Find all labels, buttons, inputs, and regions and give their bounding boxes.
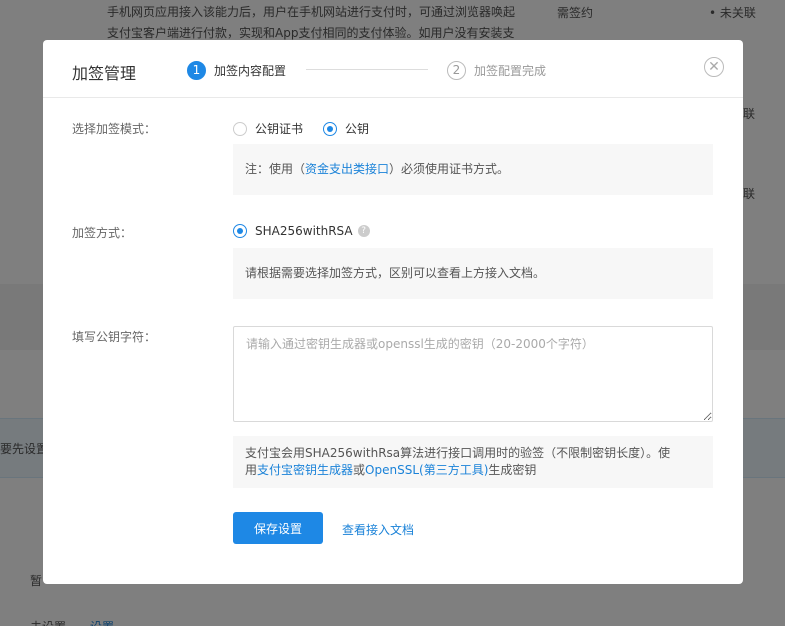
public-key-hint: 支付宝会用SHA256withRsa算法进行接口调用时的验签（不限制密钥长度）。… [233,436,713,488]
note-prefix: 注：使用（ [245,162,306,176]
step-connector [306,69,428,70]
note-suffix: ）必须使用证书方式。 [389,162,510,176]
step-number-inactive: 2 [447,60,466,80]
radio-label: SHA256withRSA [255,224,353,238]
radio-circle-checked[interactable] [233,224,247,238]
view-docs-link[interactable]: 查看接入文档 [342,521,414,538]
step-content-config: 1 加签内容配置 [187,60,286,80]
signing-mode-note: 注：使用（资金支出类接口）必须使用证书方式。 [233,144,713,195]
signing-method-label: 加签方式： [72,226,133,240]
public-key-label: 填写公钥字符： [72,330,157,344]
signing-mode-label: 选择加签模式： [72,122,157,136]
modal-header: 加签管理 1 加签内容配置 2 加签配置完成 ✕ [43,40,743,98]
radio-sha256withrsa[interactable]: SHA256withRSA ? [233,224,370,238]
hint-mid: 或 [353,463,366,477]
radio-circle[interactable] [233,121,247,136]
step-label: 加签内容配置 [214,63,287,78]
signing-method-note: 请根据需要选择加签方式，区别可以查看上方接入文档。 [233,248,713,299]
radio-label: 公钥证书 [255,122,304,136]
radio-public-key-cert[interactable]: 公钥证书 [233,120,303,137]
fund-outflow-api-link[interactable]: 资金支出类接口 [305,162,389,176]
help-icon[interactable]: ? [357,225,370,237]
radio-circle-checked[interactable] [323,121,337,136]
radio-label: 公钥 [345,122,370,136]
alipay-key-generator-link[interactable]: 支付宝密钥生成器 [257,463,353,477]
save-settings-button[interactable]: 保存设置 [233,512,323,544]
openssl-link[interactable]: OpenSSL(第三方工具) [365,463,488,477]
hint-line: 支付宝会用SHA256withRsa算法进行接口调用时的验签（不限制密钥长度）。… [245,446,671,460]
hint-line: 用支付宝密钥生成器或OpenSSL(第三方工具)生成密钥 [245,462,701,479]
close-icon[interactable]: ✕ [704,57,724,77]
step-config-done: 2 加签配置完成 [447,60,546,80]
radio-public-key[interactable]: 公钥 [323,120,369,137]
public-key-input[interactable] [233,326,713,422]
modal-title: 加签管理 [72,64,137,83]
signing-management-modal: 加签管理 1 加签内容配置 2 加签配置完成 ✕ 选择加签模式： 公钥证书 公钥… [43,40,743,584]
hint-suffix: 生成密钥 [488,463,537,477]
step-label: 加签配置完成 [474,63,547,78]
hint-prefix: 用 [245,463,258,477]
step-number-active: 1 [187,60,206,80]
